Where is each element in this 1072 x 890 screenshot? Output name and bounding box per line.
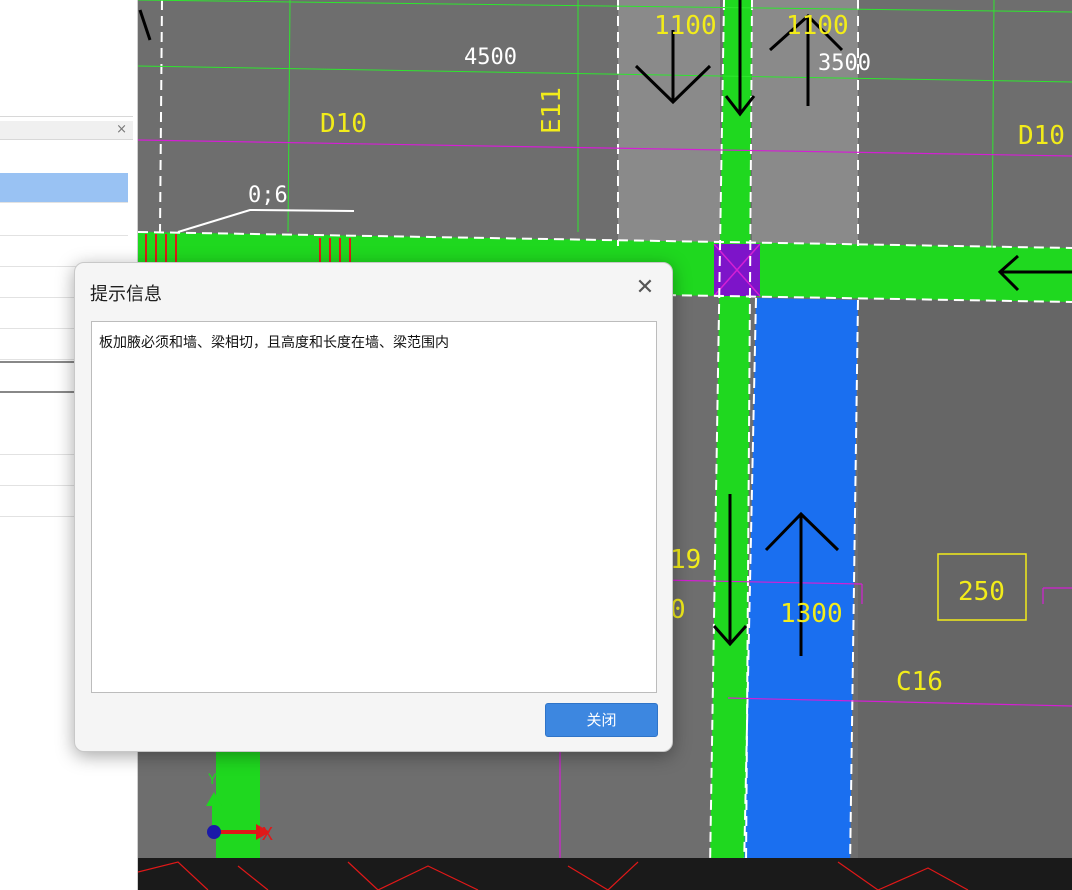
label-d10-left: D10 <box>320 109 367 139</box>
panel-header: × <box>0 121 133 140</box>
message-dialog: 提示信息 ✕ 板加腋必须和墙、梁相切，且高度和长度在墙、梁范围内 关闭 <box>74 262 673 752</box>
label-c16: C16 <box>896 667 943 697</box>
dim-3500: 3500 <box>818 51 871 76</box>
dim-1100-a: 1100 <box>654 11 717 41</box>
axis-y-label: Y <box>208 772 217 788</box>
dim-4500: 4500 <box>464 45 517 70</box>
bottom-region <box>138 858 1072 890</box>
dim-1100-b: 1100 <box>786 11 849 41</box>
close-button[interactable]: 关闭 <box>545 703 658 737</box>
list-item[interactable] <box>0 206 128 236</box>
label-19: 19 <box>670 545 701 575</box>
close-icon[interactable]: ✕ <box>632 275 658 301</box>
box-250: 250 <box>958 577 1005 607</box>
dialog-title: 提示信息 <box>90 284 162 305</box>
beam-vertical-left[interactable] <box>216 750 260 860</box>
label-d10-right: D10 <box>1018 121 1065 151</box>
panel-close-icon[interactable]: × <box>116 122 127 138</box>
properties-area <box>0 0 133 117</box>
axis-x-label: X <box>262 824 273 845</box>
dim-1300: 1300 <box>780 599 843 629</box>
list-item-selected[interactable] <box>0 173 128 203</box>
message-textarea[interactable]: 板加腋必须和墙、梁相切，且高度和长度在墙、梁范围内 <box>91 321 657 693</box>
label-0-6: 0;6 <box>248 183 288 208</box>
label-e11: E11 <box>537 87 567 134</box>
